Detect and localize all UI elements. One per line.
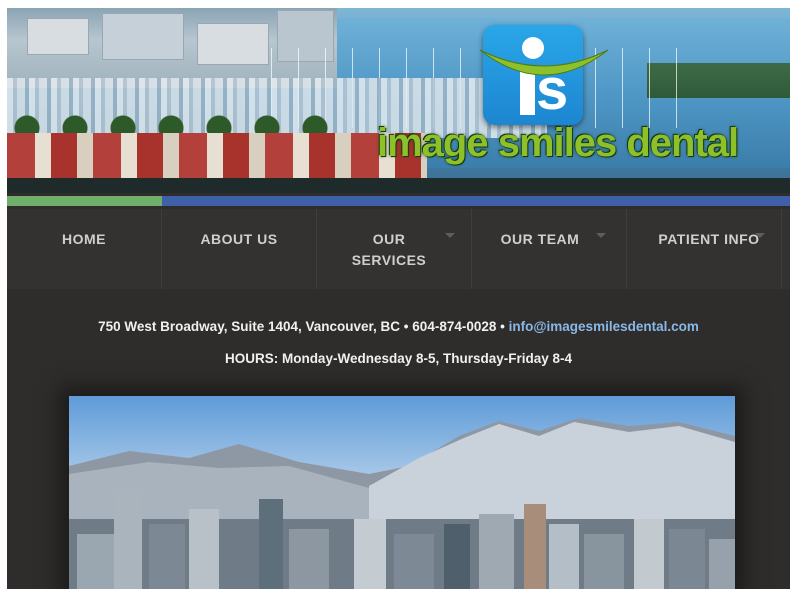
contact-email-link[interactable]: info@imagesmilesdental.com — [509, 319, 699, 334]
nav-item-about-us[interactable]: ABOUT US — [162, 209, 317, 289]
nav-item-label: OUR SERVICES — [351, 231, 427, 268]
separator: • — [500, 319, 505, 334]
page: s image smiles dental HOME ABOUT US OUR … — [7, 8, 790, 589]
logo-smile-icon — [479, 49, 609, 76]
main-nav: HOME ABOUT US OUR SERVICES OUR TEAM PATI… — [7, 209, 790, 289]
nav-item-home[interactable]: HOME — [7, 209, 162, 289]
contact-address: 750 West Broadway, Suite 1404, Vancouver… — [98, 319, 401, 334]
nav-active-indicator — [7, 196, 162, 206]
nav-accent-strip — [7, 196, 790, 206]
nav-item-patient-info[interactable]: PATIENT INFO — [627, 209, 782, 289]
nav-item-label: OUR TEAM — [500, 231, 580, 247]
office-hours: HOURS: Monday-Wednesday 8-5, Thursday-Fr… — [224, 351, 573, 366]
nav-item-our-services[interactable]: OUR SERVICES — [317, 209, 472, 289]
separator: • — [403, 319, 409, 334]
nav-item-label: HOME — [62, 231, 106, 247]
header-banner[interactable]: s image smiles dental — [7, 8, 790, 193]
nav-item-label: PATIENT INFO — [658, 231, 760, 247]
nav-item-label: ABOUT US — [200, 231, 278, 247]
vancouver-skyline-photo — [69, 396, 735, 589]
photo-buildings — [69, 489, 735, 589]
contact-line: 750 West Broadway, Suite 1404, Vancouver… — [7, 319, 790, 334]
chevron-down-icon — [596, 233, 606, 238]
logo-text[interactable]: image smiles dental — [377, 121, 739, 166]
nav-item-our-team[interactable]: OUR TEAM — [472, 209, 627, 289]
chevron-down-icon — [755, 233, 765, 238]
chevron-down-icon — [445, 233, 455, 238]
banner-shadow — [7, 178, 790, 193]
contact-phone[interactable]: 604-874-0028 — [412, 319, 496, 334]
